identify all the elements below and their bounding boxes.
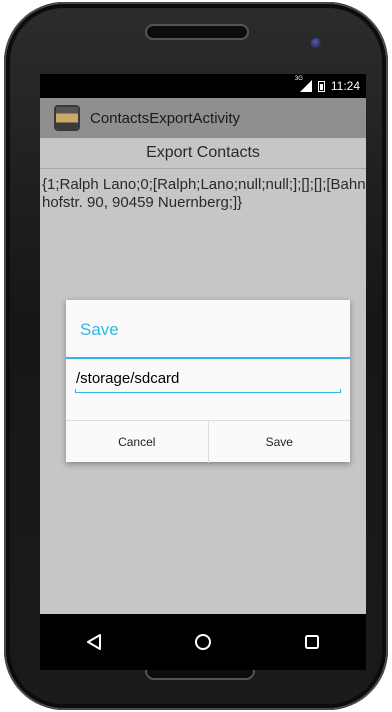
network-type: 3G xyxy=(294,76,303,82)
home-icon[interactable] xyxy=(183,622,223,662)
action-bar: ContactsExportActivity xyxy=(40,98,366,138)
dialog-title-divider xyxy=(66,357,350,359)
path-input[interactable] xyxy=(76,366,340,390)
dialog-button-row: Cancel Save xyxy=(66,420,350,463)
back-icon[interactable] xyxy=(74,622,114,662)
signal-icon: 3G xyxy=(295,76,312,92)
earpiece-speaker xyxy=(145,24,249,40)
front-camera xyxy=(311,38,321,48)
status-bar: 3G 11:24 xyxy=(40,74,366,98)
app-title: ContactsExportActivity xyxy=(90,109,241,127)
dialog-title: Save xyxy=(80,320,119,339)
app-icon xyxy=(56,107,78,129)
battery-icon xyxy=(317,80,325,92)
recents-icon[interactable] xyxy=(292,622,332,662)
device-screen: 3G 11:24 ContactsExportActivity Export C… xyxy=(40,74,366,670)
cancel-button[interactable]: Cancel xyxy=(66,421,208,463)
export-contacts-header: Export Contacts xyxy=(40,138,366,169)
save-dialog: Save Cancel Save xyxy=(66,300,350,463)
save-button[interactable]: Save xyxy=(207,421,351,463)
phone-frame: 3G 11:24 ContactsExportActivity Export C… xyxy=(4,2,388,710)
status-time: 11:24 xyxy=(330,79,360,93)
path-input-underline xyxy=(75,389,341,393)
app-content: ContactsExportActivity Export Contacts {… xyxy=(40,98,366,614)
contact-record-text: {1;Ralph Lano;0;[Ralph;Lano;null;null;];… xyxy=(42,176,366,211)
status-icons: 3G 11:24 xyxy=(295,76,360,93)
navigation-bar xyxy=(40,614,366,670)
